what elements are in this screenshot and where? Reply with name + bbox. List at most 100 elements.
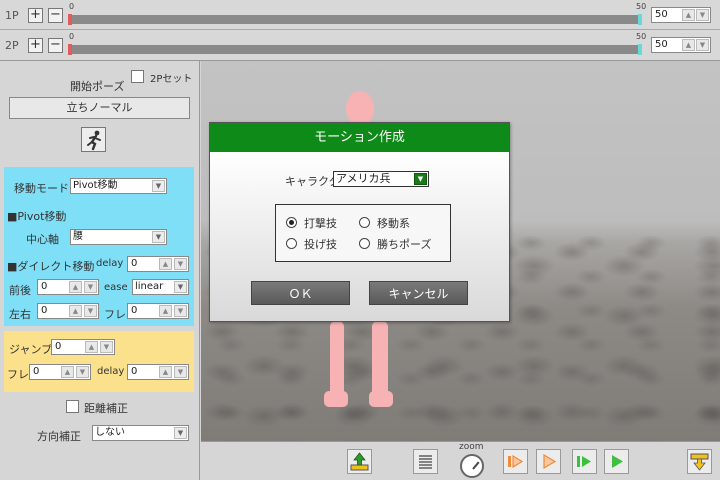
motion-create-dialog: モーション作成 キャラクタ アメリカ兵 ▼ 打撃技 移動系 投げ技 勝ちポーズ … [209,122,510,322]
fure-value: 0 [131,305,138,316]
jump-delay-label: delay [97,366,125,377]
download-icon [690,453,709,471]
jump-stepper[interactable]: 0 ▲ ▼ [51,339,115,355]
arrow-down-icon[interactable]: ▼ [84,305,97,317]
ease-label: ease [104,282,128,293]
motion-type-group: 打撃技 移動系 投げ技 勝ちポーズ [275,204,451,262]
arrow-up-icon[interactable]: ▲ [682,39,695,51]
character-select[interactable]: アメリカ兵 ▼ [333,171,429,187]
play-orange-button[interactable] [536,449,561,474]
character-label: キャラクタ [285,175,340,188]
timeline-track[interactable] [68,15,642,24]
arrow-up-icon[interactable]: ▲ [159,366,172,378]
arrow-down-icon[interactable]: ▼ [174,366,187,378]
front-back-stepper[interactable]: 0 ▲ ▼ [37,279,99,295]
left-right-label: 左右 [9,308,31,321]
timeline-row-1p: 1P + − 0 50 50 ▲ ▼ [0,0,720,30]
delay-value: 0 [131,258,138,269]
arrow-up-icon[interactable]: ▲ [682,9,695,21]
front-back-value: 0 [41,281,48,292]
motion-settings-panel: 開始ポーズ 2Pセット 立ちノーマル 移動モード Pivot移動 ▼ ■Pivo… [0,61,200,480]
set-2p-checkbox[interactable] [131,70,144,83]
chevron-down-icon: ▼ [414,173,427,185]
cancel-button[interactable]: キャンセル [369,281,468,305]
timeline-start-handle[interactable] [68,44,72,55]
timeline-row-2p: 2P + − 0 50 50 ▲ ▼ [0,30,720,61]
arrow-up-icon[interactable]: ▲ [85,341,98,353]
pivot-section-label: ■Pivot移動 [7,210,67,223]
arrow-up-icon[interactable]: ▲ [69,281,82,293]
direction-correction-select[interactable]: しない ▼ [92,425,189,441]
radio-strike-label: 打撃技 [304,217,337,230]
arrow-up-icon[interactable]: ▲ [69,305,82,317]
radio-win-pose[interactable] [359,238,370,249]
timeline-track[interactable] [68,45,642,54]
move-mode-select[interactable]: Pivot移動 ▼ [70,178,167,194]
play-icon [612,455,623,468]
left-right-value: 0 [41,305,48,316]
arrow-down-icon[interactable]: ▼ [696,9,709,21]
chevron-down-icon: ▼ [152,180,165,192]
arrow-up-icon[interactable]: ▲ [159,305,172,317]
remove-button[interactable]: − [48,8,63,23]
timeline-start-handle[interactable] [68,14,72,25]
start-pose-label: 開始ポーズ [70,80,125,93]
remove-button[interactable]: − [48,38,63,53]
center-axis-label: 中心軸 [26,233,59,246]
radio-movement[interactable] [359,217,370,228]
pose-select-button[interactable]: 立ちノーマル [9,97,190,119]
center-axis-select[interactable]: 腰 ▼ [70,229,167,245]
arrow-down-icon[interactable]: ▼ [696,39,709,51]
knob-needle-icon [472,461,480,470]
player-label: 1P [5,9,19,22]
add-button[interactable]: + [28,38,43,53]
jump-fure-value: 0 [33,366,40,377]
ok-button[interactable]: ＯＫ [251,281,350,305]
timeline-start-label: 0 [69,2,75,11]
jump-fure-stepper[interactable]: 0 ▲ ▼ [29,364,91,380]
delay-stepper[interactable]: 0 ▲ ▼ [127,256,189,272]
frame-count-value: 50 [655,9,668,20]
step-forward-orange-button[interactable] [503,449,528,474]
play-green-button[interactable] [604,449,629,474]
arrow-down-icon[interactable]: ▼ [174,305,187,317]
timeline-end-handle[interactable] [638,44,642,55]
radio-win-pose-label: 勝ちポーズ [377,238,432,251]
timeline-end-label: 50 [636,32,647,41]
direction-correction-value: しない [95,427,125,438]
jump-value: 0 [55,341,62,352]
radio-throw[interactable] [286,238,297,249]
list-button[interactable] [413,449,438,474]
direction-correction-label: 方向補正 [37,430,81,443]
arrow-up-icon[interactable]: ▲ [61,366,74,378]
arrow-down-icon[interactable]: ▼ [174,258,187,270]
ease-select[interactable]: linear ▼ [132,279,189,295]
step-forward-green-button[interactable] [572,449,597,474]
export-button[interactable] [347,449,372,474]
left-right-stepper[interactable]: 0 ▲ ▼ [37,303,99,319]
fure-stepper[interactable]: 0 ▲ ▼ [127,303,189,319]
running-figure-button[interactable] [81,127,106,152]
add-button[interactable]: + [28,8,43,23]
chevron-down-icon: ▼ [174,281,187,293]
distance-correction-label: 距離補正 [84,402,128,415]
timeline-end-handle[interactable] [638,14,642,25]
jump-delay-value: 0 [131,366,138,377]
arrow-down-icon[interactable]: ▼ [76,366,89,378]
playback-toolbar: zoom [201,441,720,480]
arrow-up-icon[interactable]: ▲ [159,258,172,270]
jump-delay-stepper[interactable]: 0 ▲ ▼ [127,364,189,380]
direct-section-label: ■ダイレクト移動 [7,260,95,273]
frame-count-stepper[interactable]: 50 ▲ ▼ [651,7,711,23]
arrow-down-icon[interactable]: ▼ [84,281,97,293]
chevron-down-icon: ▼ [174,427,187,439]
frame-count-stepper[interactable]: 50 ▲ ▼ [651,37,711,53]
step-play-icon [577,456,591,467]
arrow-down-icon[interactable]: ▼ [100,341,113,353]
distance-correction-checkbox[interactable] [66,400,79,413]
zoom-knob[interactable] [460,454,484,478]
radio-throw-label: 投げ技 [304,238,337,251]
import-button[interactable] [687,449,712,474]
radio-strike[interactable] [286,217,297,228]
upload-icon [350,452,369,471]
